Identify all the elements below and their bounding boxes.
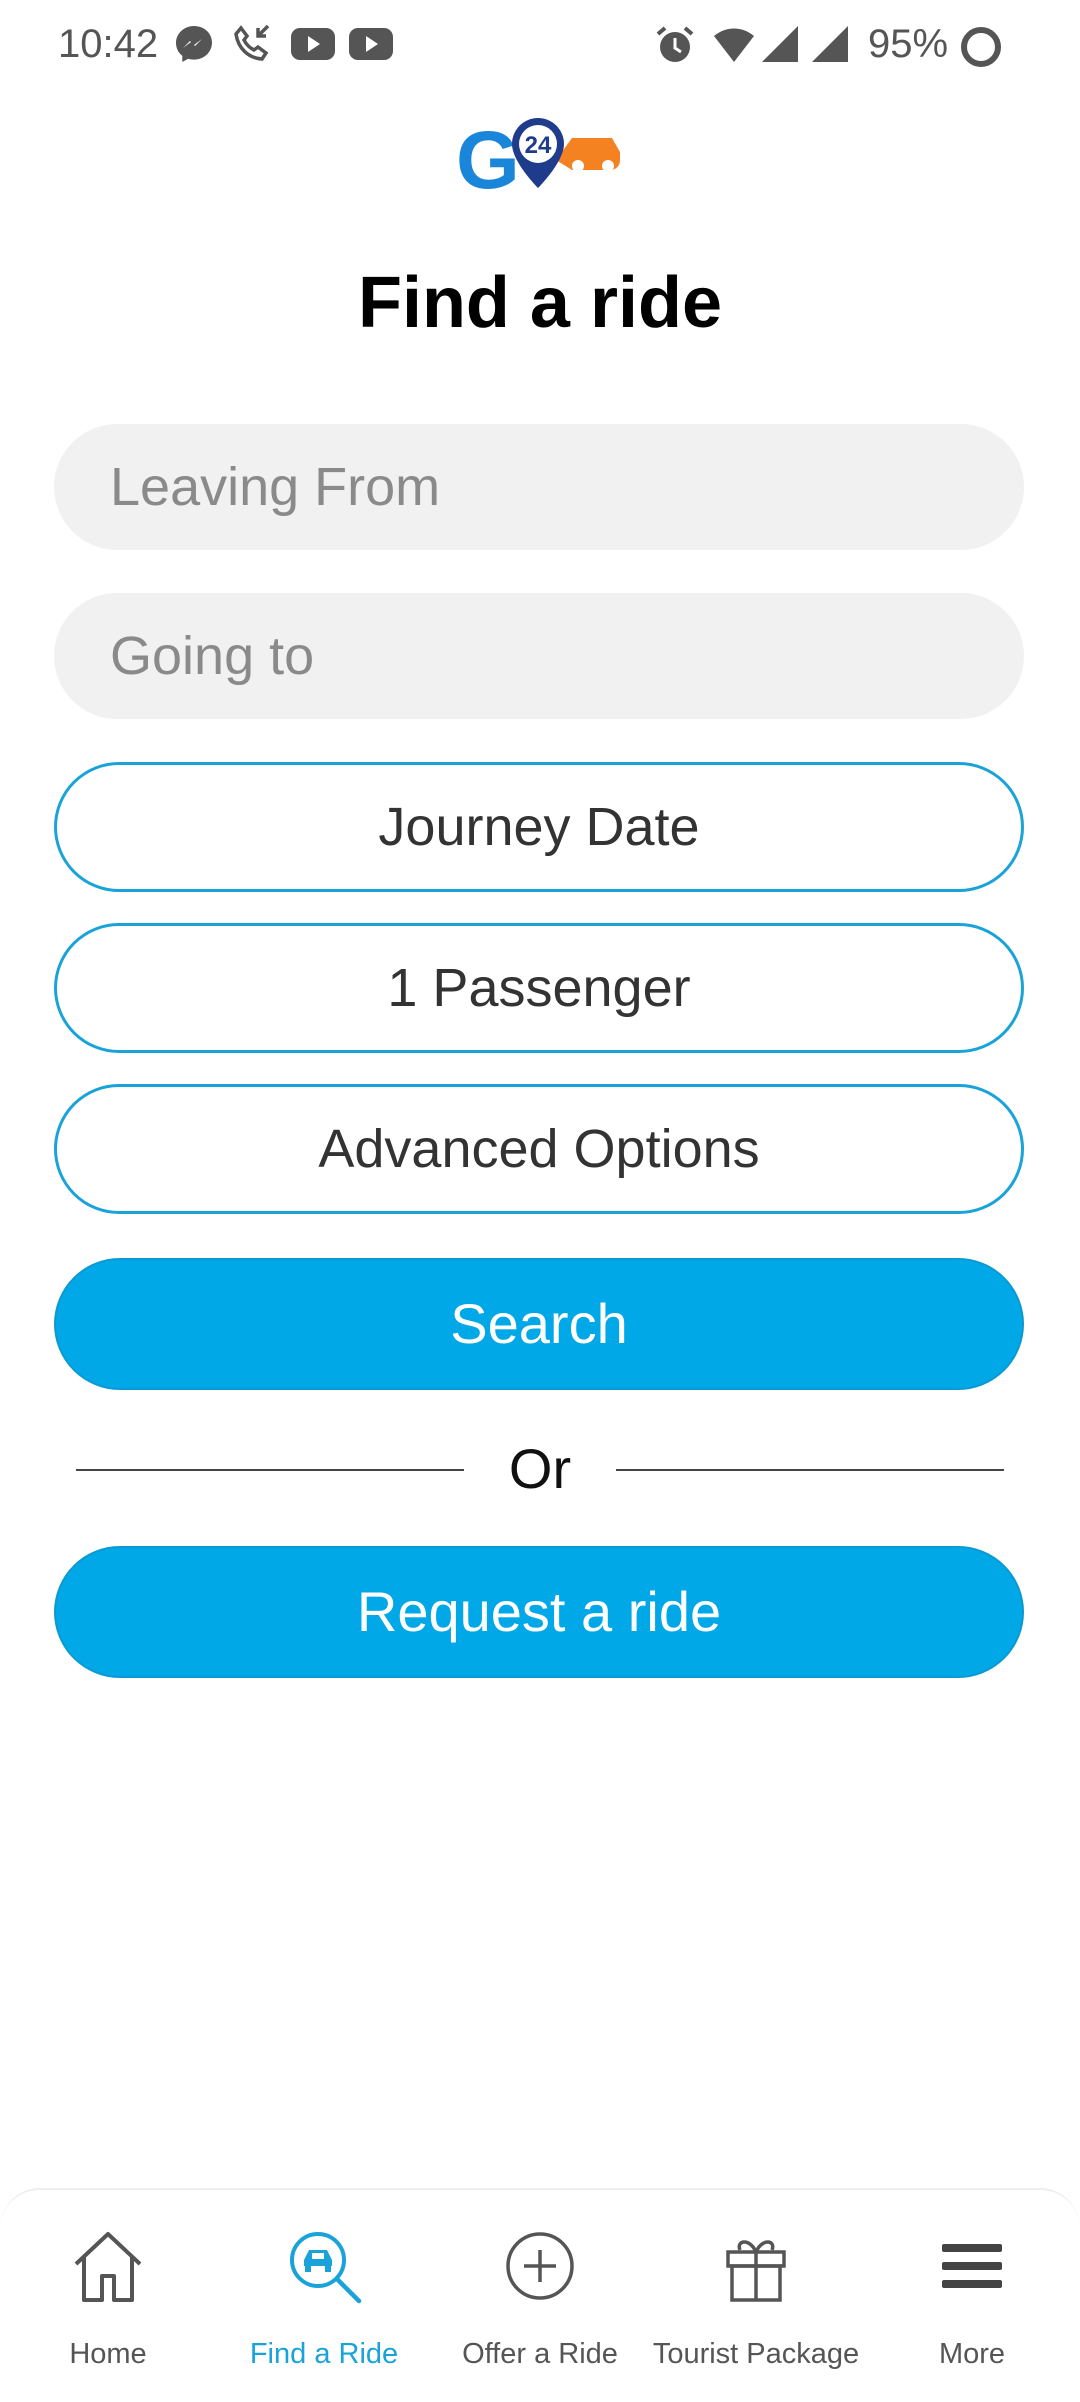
nav-label-find-a-ride: Find a Ride xyxy=(249,2338,399,2370)
request-ride-button[interactable]: Request a ride xyxy=(54,1546,1024,1678)
going-to-input[interactable] xyxy=(54,593,1024,719)
menu-icon xyxy=(942,2244,1002,2288)
alarm-icon xyxy=(656,26,694,62)
passenger-count-button[interactable]: 1 Passenger xyxy=(54,923,1024,1053)
nav-item-offer-a-ride[interactable]: Offer a Ride xyxy=(432,2190,648,2402)
nav-label-offer-a-ride: Offer a Ride xyxy=(462,2338,618,2370)
status-bar: 10:42 95% xyxy=(0,0,1080,92)
youtube-icon xyxy=(291,28,335,60)
signal-icon xyxy=(812,26,848,62)
logo-letter-g: G xyxy=(456,115,520,206)
plus-circle-icon xyxy=(506,2232,574,2300)
page-title: Find a ride xyxy=(357,263,723,343)
advanced-options-button[interactable]: Advanced Options xyxy=(54,1084,1024,1214)
app-logo: G 24 xyxy=(456,115,620,206)
leaving-from-input[interactable] xyxy=(54,424,1024,550)
signal-icon xyxy=(762,26,798,62)
journey-date-button[interactable]: Journey Date xyxy=(54,762,1024,892)
nav-item-home[interactable]: Home xyxy=(0,2190,216,2402)
nav-item-more[interactable]: More xyxy=(864,2190,1080,2402)
nav-item-tourist-package[interactable]: Tourist Package xyxy=(648,2190,864,2402)
messenger-icon xyxy=(176,26,212,62)
nav-label-tourist-package: Tourist Package xyxy=(652,2338,860,2370)
bottom-nav: Home Find a Ride Offer a Ride Tourist Pa… xyxy=(0,2188,1080,2402)
home-icon xyxy=(74,2232,142,2302)
battery-percent: 95% xyxy=(868,22,949,66)
youtube-icon xyxy=(349,28,393,60)
nav-label-home: Home xyxy=(69,2338,147,2370)
logo-24: 24 xyxy=(525,132,552,159)
nav-item-find-a-ride[interactable]: Find a Ride xyxy=(216,2190,432,2402)
battery-icon xyxy=(961,27,1001,67)
search-button[interactable]: Search xyxy=(54,1258,1024,1390)
gift-icon xyxy=(726,2240,786,2302)
wifi-icon xyxy=(714,28,754,62)
status-time: 10:42 xyxy=(58,22,159,66)
phone-call-icon xyxy=(234,24,270,61)
divider-line-right xyxy=(616,1469,1004,1471)
nav-label-more: More xyxy=(938,2338,1006,2370)
car-search-icon xyxy=(290,2232,362,2304)
